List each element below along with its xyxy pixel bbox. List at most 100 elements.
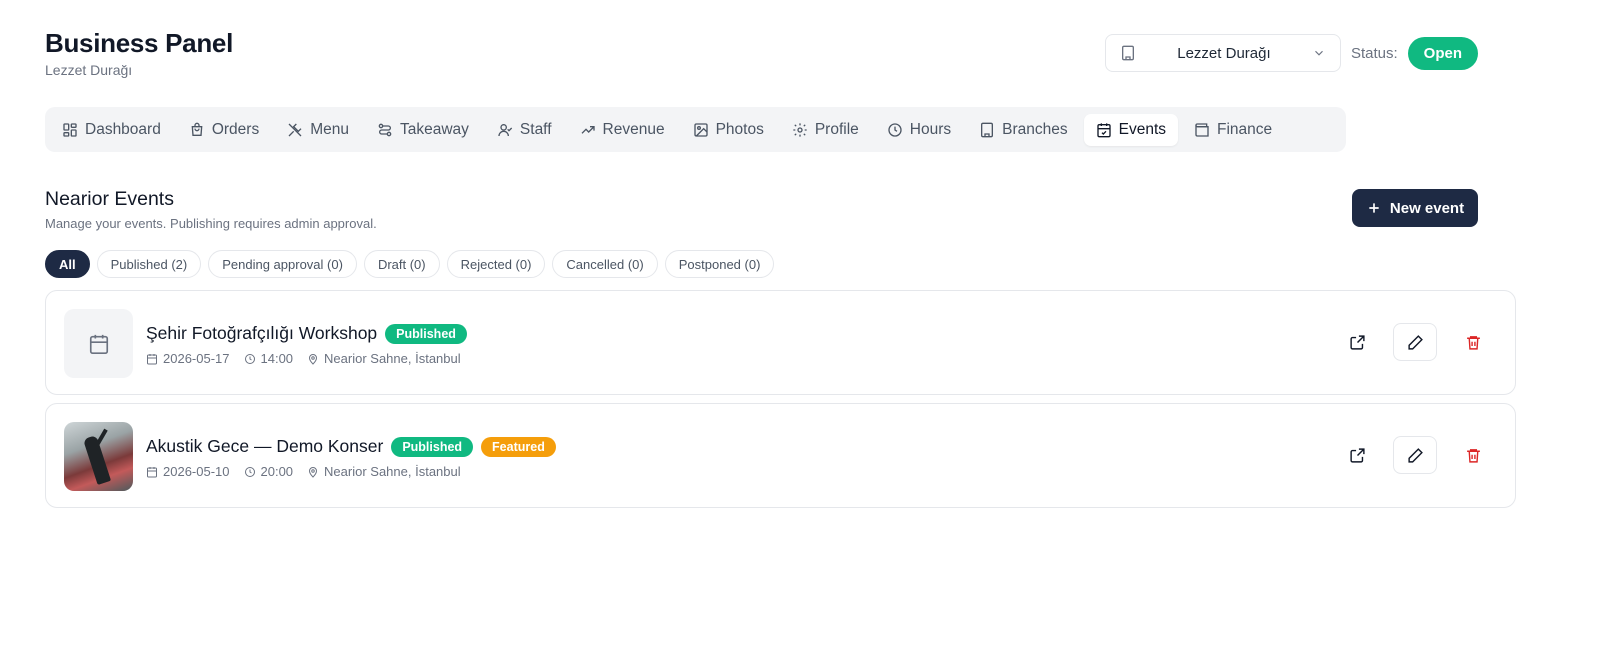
- tab-label: Finance: [1217, 120, 1273, 138]
- concert-photo: [64, 422, 133, 491]
- tab-staff[interactable]: Staff: [485, 114, 564, 146]
- tab-label: Staff: [519, 120, 552, 138]
- tab-label: Hours: [909, 120, 952, 138]
- tab-label: Takeaway: [399, 120, 469, 138]
- event-time: 20:00: [244, 464, 294, 479]
- event-thumbnail: [64, 422, 133, 491]
- calendar-icon: [147, 466, 157, 477]
- event-name: Şehir Fotoğrafçılığı Workshop: [146, 323, 378, 343]
- map-pin-icon: [309, 353, 318, 365]
- open-external-button[interactable]: [1335, 323, 1379, 361]
- trending-up-icon: [581, 125, 595, 134]
- utensils-icon: [288, 123, 302, 136]
- tab-label: Events: [1118, 120, 1167, 138]
- event-card: Akustik Gece — Demo Konser Published Fea…: [45, 403, 1516, 508]
- featured-badge: Featured: [481, 436, 556, 457]
- tab-profile[interactable]: Profile: [780, 114, 871, 146]
- tab-label: Photos: [715, 120, 764, 138]
- delete-event-button[interactable]: [1451, 323, 1495, 361]
- section-description: Manage your events. Publishing requires …: [45, 216, 377, 231]
- tab-revenue[interactable]: Revenue: [568, 114, 677, 146]
- tab-menu[interactable]: Menu: [275, 114, 361, 146]
- tab-orders[interactable]: Orders: [177, 114, 271, 146]
- calendar-check-icon: [1096, 122, 1111, 137]
- new-event-label: New event: [1389, 199, 1465, 217]
- filter-pending-approval[interactable]: Pending approval (0): [208, 250, 357, 278]
- tab-branches[interactable]: Branches: [967, 114, 1079, 146]
- filter-cancelled[interactable]: Cancelled (0): [552, 250, 658, 278]
- event-date: 2026-05-10: [146, 464, 230, 479]
- tab-events[interactable]: Events: [1083, 113, 1179, 146]
- filter-published[interactable]: Published (2): [96, 250, 202, 278]
- tab-label: Dashboard: [85, 120, 161, 138]
- branch-select[interactable]: Lezzet Durağı: [1104, 34, 1341, 72]
- filter-all[interactable]: All: [45, 250, 90, 278]
- pencil-icon: [1407, 447, 1423, 463]
- tab-photos[interactable]: Photos: [681, 114, 776, 146]
- event-time: 14:00: [244, 351, 294, 366]
- tab-label: Branches: [1002, 120, 1068, 138]
- filter-chips: All Published (2) Pending approval (0) D…: [45, 250, 775, 278]
- filter-postponed[interactable]: Postponed (0): [664, 250, 775, 278]
- event-time-value: 20:00: [260, 464, 294, 479]
- external-link-icon: [1349, 447, 1365, 463]
- tab-label: Revenue: [602, 120, 665, 138]
- tab-label: Orders: [211, 120, 260, 138]
- image-icon: [693, 122, 708, 137]
- open-external-button[interactable]: [1335, 436, 1379, 474]
- clock-icon: [244, 466, 255, 477]
- section-title: Nearior Events: [45, 188, 174, 210]
- building-icon: [981, 122, 994, 137]
- event-date: 2026-05-17: [146, 351, 230, 366]
- status-badge: Published: [391, 436, 474, 457]
- wallet-icon: [1195, 122, 1209, 137]
- event-location: Nearior Sahne, İstanbul: [307, 464, 461, 479]
- gear-icon: [793, 122, 807, 137]
- user-check-icon: [498, 123, 513, 136]
- event-time-value: 14:00: [260, 351, 294, 366]
- status-badge[interactable]: Open: [1407, 36, 1478, 70]
- trash-icon: [1466, 335, 1480, 350]
- event-date-value: 2026-05-17: [163, 351, 230, 366]
- page-subtitle: Lezzet Durağı: [45, 62, 133, 78]
- status-badge: Published: [385, 323, 467, 344]
- chevron-down-icon: [1312, 46, 1326, 60]
- pencil-icon: [1407, 334, 1423, 350]
- tab-takeaway[interactable]: Takeaway: [365, 114, 481, 146]
- calendar-icon: [147, 353, 157, 364]
- building-icon: [1120, 45, 1136, 61]
- delete-event-button[interactable]: [1451, 436, 1495, 474]
- event-location-value: Nearior Sahne, İstanbul: [324, 464, 461, 479]
- event-date-value: 2026-05-10: [163, 464, 230, 479]
- calendar-icon: [89, 334, 108, 354]
- page-title: Business Panel: [45, 28, 233, 58]
- event-card: Şehir Fotoğrafçılığı Workshop Published …: [45, 290, 1516, 395]
- filter-rejected[interactable]: Rejected (0): [446, 250, 546, 278]
- clock-icon: [888, 122, 902, 137]
- status-label: Status:: [1350, 44, 1398, 62]
- clock-icon: [244, 353, 255, 364]
- header-controls: Lezzet Durağı Status: Open: [1104, 34, 1478, 72]
- external-link-icon: [1349, 334, 1365, 350]
- dashboard-icon: [63, 122, 77, 137]
- filter-draft[interactable]: Draft (0): [363, 250, 440, 278]
- edit-event-button[interactable]: [1393, 436, 1437, 474]
- event-location-value: Nearior Sahne, İstanbul: [324, 351, 461, 366]
- map-pin-icon: [309, 466, 318, 478]
- tab-label: Profile: [814, 120, 859, 138]
- branch-select-value: Lezzet Durağı: [1177, 44, 1271, 62]
- tab-hours[interactable]: Hours: [875, 114, 963, 146]
- event-location: Nearior Sahne, İstanbul: [307, 351, 461, 366]
- event-thumbnail: [64, 309, 133, 378]
- event-name: Akustik Gece — Demo Konser: [146, 436, 384, 456]
- nav-tabs: Dashboard Orders Menu Takeaway Staff Rev…: [45, 107, 1346, 152]
- trash-icon: [1466, 448, 1480, 463]
- edit-event-button[interactable]: [1393, 323, 1437, 361]
- tab-label: Menu: [310, 120, 349, 138]
- shopping-bag-icon: [191, 122, 203, 136]
- new-event-button[interactable]: New event: [1352, 189, 1478, 227]
- route-icon: [378, 123, 392, 136]
- tab-dashboard[interactable]: Dashboard: [50, 114, 173, 146]
- tab-finance[interactable]: Finance: [1182, 114, 1284, 146]
- plus-icon: [1369, 203, 1379, 213]
